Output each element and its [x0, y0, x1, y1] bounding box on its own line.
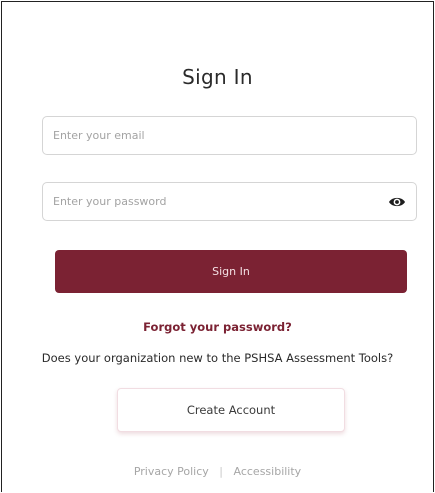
email-input[interactable]	[43, 117, 416, 154]
footer-divider: |	[219, 465, 223, 478]
create-account-button[interactable]: Create Account	[117, 388, 345, 432]
footer-links: Privacy Policy | Accessibility	[2, 465, 433, 478]
sign-in-button[interactable]: Sign In	[55, 250, 407, 293]
privacy-policy-link[interactable]: Privacy Policy	[134, 465, 209, 478]
new-organization-prompt: Does your organization new to the PSHSA …	[41, 351, 394, 365]
password-field[interactable]	[42, 182, 417, 221]
accessibility-link[interactable]: Accessibility	[234, 465, 302, 478]
email-field[interactable]	[42, 116, 417, 155]
password-input[interactable]	[43, 183, 416, 220]
sign-in-panel: Sign In Sign In Forgot your password? Do…	[1, 1, 434, 492]
page-title: Sign In	[182, 65, 253, 89]
eye-icon[interactable]	[388, 194, 406, 210]
forgot-password-link[interactable]: Forgot your password?	[2, 320, 433, 334]
